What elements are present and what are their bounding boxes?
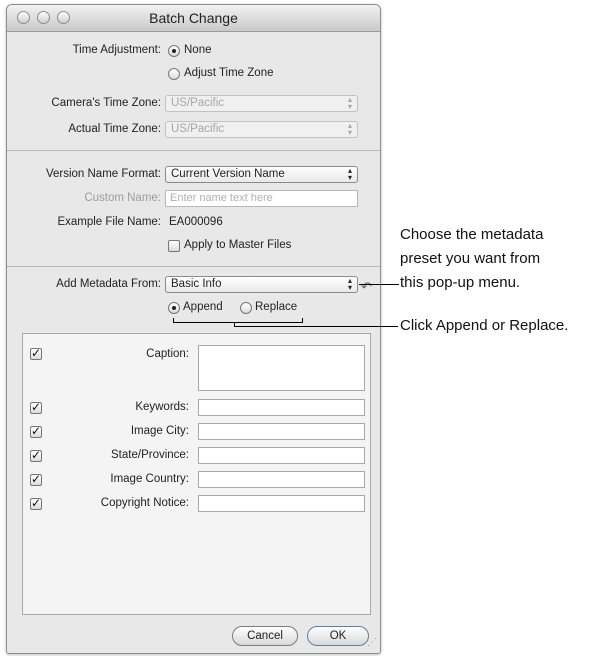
apply-master-files-label[interactable]: Apply to Master Files: [184, 239, 291, 251]
camera-time-zone-value: US/Pacific: [171, 97, 225, 109]
popup-callout-line-3: this pop-up menu.: [400, 274, 521, 291]
replace-radio[interactable]: [240, 302, 252, 314]
replace-label[interactable]: Replace: [255, 301, 297, 313]
keywords-field[interactable]: [198, 399, 365, 416]
popup-callout-line-1: Choose the metadata: [400, 226, 544, 243]
image-country-label: Image Country:: [110, 473, 189, 485]
time-none-radio[interactable]: [168, 45, 180, 57]
batch-change-window: Batch Change Time Adjustment: None Adjus…: [6, 4, 381, 654]
append-callout-line: [234, 326, 398, 327]
version-name-format-label: Version Name Format:: [45, 168, 161, 180]
revert-arrow-icon[interactable]: ↶: [361, 279, 372, 295]
camera-time-zone-popup[interactable]: US/Pacific ▴ ▾: [165, 95, 358, 112]
state-province-label: State/Province:: [111, 449, 189, 461]
ok-button[interactable]: OK: [307, 626, 369, 646]
copyright-notice-label: Copyright Notice:: [100, 497, 189, 509]
image-country-checkbox[interactable]: [30, 472, 42, 486]
image-city-checkbox[interactable]: [30, 424, 42, 438]
add-metadata-from-value: Basic Info: [171, 278, 222, 290]
append-label[interactable]: Append: [183, 301, 223, 313]
state-province-field[interactable]: [198, 447, 365, 464]
actual-time-zone-label: Actual Time Zone:: [68, 123, 161, 135]
cancel-button[interactable]: Cancel: [232, 626, 298, 646]
copyright-notice-field[interactable]: [198, 495, 365, 512]
custom-name-placeholder: Enter name text here: [170, 192, 273, 204]
section-divider: [7, 150, 380, 151]
adjust-time-zone-radio[interactable]: [168, 68, 180, 80]
example-file-name-label: Example File Name:: [57, 216, 161, 228]
section-divider: [7, 266, 380, 267]
append-radio[interactable]: [168, 302, 180, 314]
image-city-field[interactable]: [198, 423, 365, 440]
state-province-checkbox[interactable]: [30, 448, 42, 462]
apply-master-files-checkbox[interactable]: [168, 240, 180, 252]
window-title: Batch Change: [149, 10, 238, 26]
popup-callout-line-2: preset you want from: [400, 250, 541, 267]
title-bar: Batch Change: [7, 5, 380, 32]
time-adjustment-label: Time Adjustment:: [72, 44, 161, 56]
custom-name-label: Custom Name:: [84, 192, 161, 204]
popup-arrows-icon: ▴ ▾: [347, 276, 352, 292]
keywords-label: Keywords:: [135, 401, 189, 413]
adjust-time-zone-label[interactable]: Adjust Time Zone: [184, 67, 273, 79]
version-name-format-popup[interactable]: Current Version Name ▴ ▾: [165, 166, 358, 183]
caption-checkbox[interactable]: [30, 346, 42, 360]
popup-callout-line: [359, 284, 399, 285]
image-country-field[interactable]: [198, 471, 365, 488]
example-file-name-value: EA000096: [169, 216, 223, 228]
bracket-bottom-line: [173, 322, 303, 323]
camera-time-zone-label: Camera's Time Zone:: [51, 97, 161, 109]
actual-time-zone-value: US/Pacific: [171, 123, 225, 135]
popup-arrows-icon: ▴ ▾: [347, 95, 352, 111]
metadata-fields-panel: Caption: Keywords: Image City: State/Pro…: [22, 333, 371, 615]
popup-arrows-icon: ▴ ▾: [347, 121, 352, 137]
caption-field[interactable]: [198, 345, 365, 391]
image-city-label: Image City:: [130, 425, 189, 437]
add-metadata-from-label: Add Metadata From:: [56, 278, 161, 290]
caption-label: Caption:: [146, 348, 189, 360]
append-callout-text: Click Append or Replace.: [400, 317, 569, 334]
time-none-label[interactable]: None: [184, 44, 212, 56]
actual-time-zone-popup[interactable]: US/Pacific ▴ ▾: [165, 121, 358, 138]
popup-arrows-icon: ▴ ▾: [347, 166, 352, 182]
add-metadata-from-popup[interactable]: Basic Info ▴ ▾: [165, 276, 358, 293]
custom-name-field[interactable]: Enter name text here: [165, 190, 358, 207]
resize-grip-icon[interactable]: ⋰: [367, 637, 377, 648]
copyright-notice-checkbox[interactable]: [30, 496, 42, 510]
keywords-checkbox[interactable]: [30, 400, 42, 414]
version-name-format-value: Current Version Name: [171, 168, 285, 180]
